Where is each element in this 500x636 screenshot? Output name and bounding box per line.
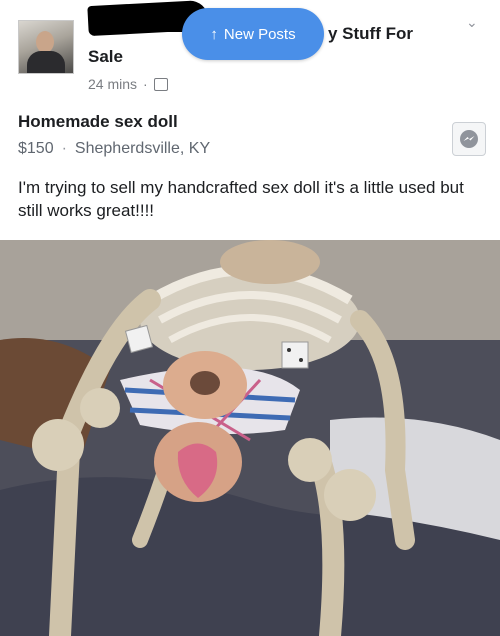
avatar-head — [36, 31, 54, 53]
messenger-icon — [460, 130, 478, 148]
group-icon — [153, 77, 168, 91]
chevron-down-icon[interactable]: ⌄ — [466, 14, 478, 31]
price-location-row: $150 · Shepherdsville, KY — [18, 140, 210, 158]
message-seller-button[interactable] — [452, 122, 486, 156]
listing-title[interactable]: Homemade sex doll — [18, 112, 178, 132]
new-posts-label: New Posts — [223, 25, 296, 43]
price-separator: · — [61, 140, 67, 157]
post-meta: 24 mins · — [88, 76, 168, 92]
listing-location: Shepherdsville, KY — [74, 140, 211, 157]
group-title-line2[interactable]: Sale — [88, 47, 123, 67]
post-time[interactable]: 24 mins — [88, 76, 137, 92]
meta-separator: · — [143, 76, 148, 92]
listing-description: I'm trying to sell my handcrafted sex do… — [18, 178, 464, 220]
listing-photo[interactable] — [0, 240, 500, 636]
arrow-up-icon: ↑ — [210, 25, 218, 43]
listing-price: $150 — [18, 140, 54, 157]
avatar-body — [27, 51, 65, 73]
marketplace-post: y Stuff For Sale ↑ New Posts ⌄ 24 mins ·… — [0, 0, 500, 636]
listing-photo-art — [0, 240, 500, 636]
new-posts-button[interactable]: ↑ New Posts — [182, 8, 324, 60]
group-title[interactable]: y Stuff For — [328, 24, 413, 44]
avatar[interactable] — [18, 20, 74, 74]
